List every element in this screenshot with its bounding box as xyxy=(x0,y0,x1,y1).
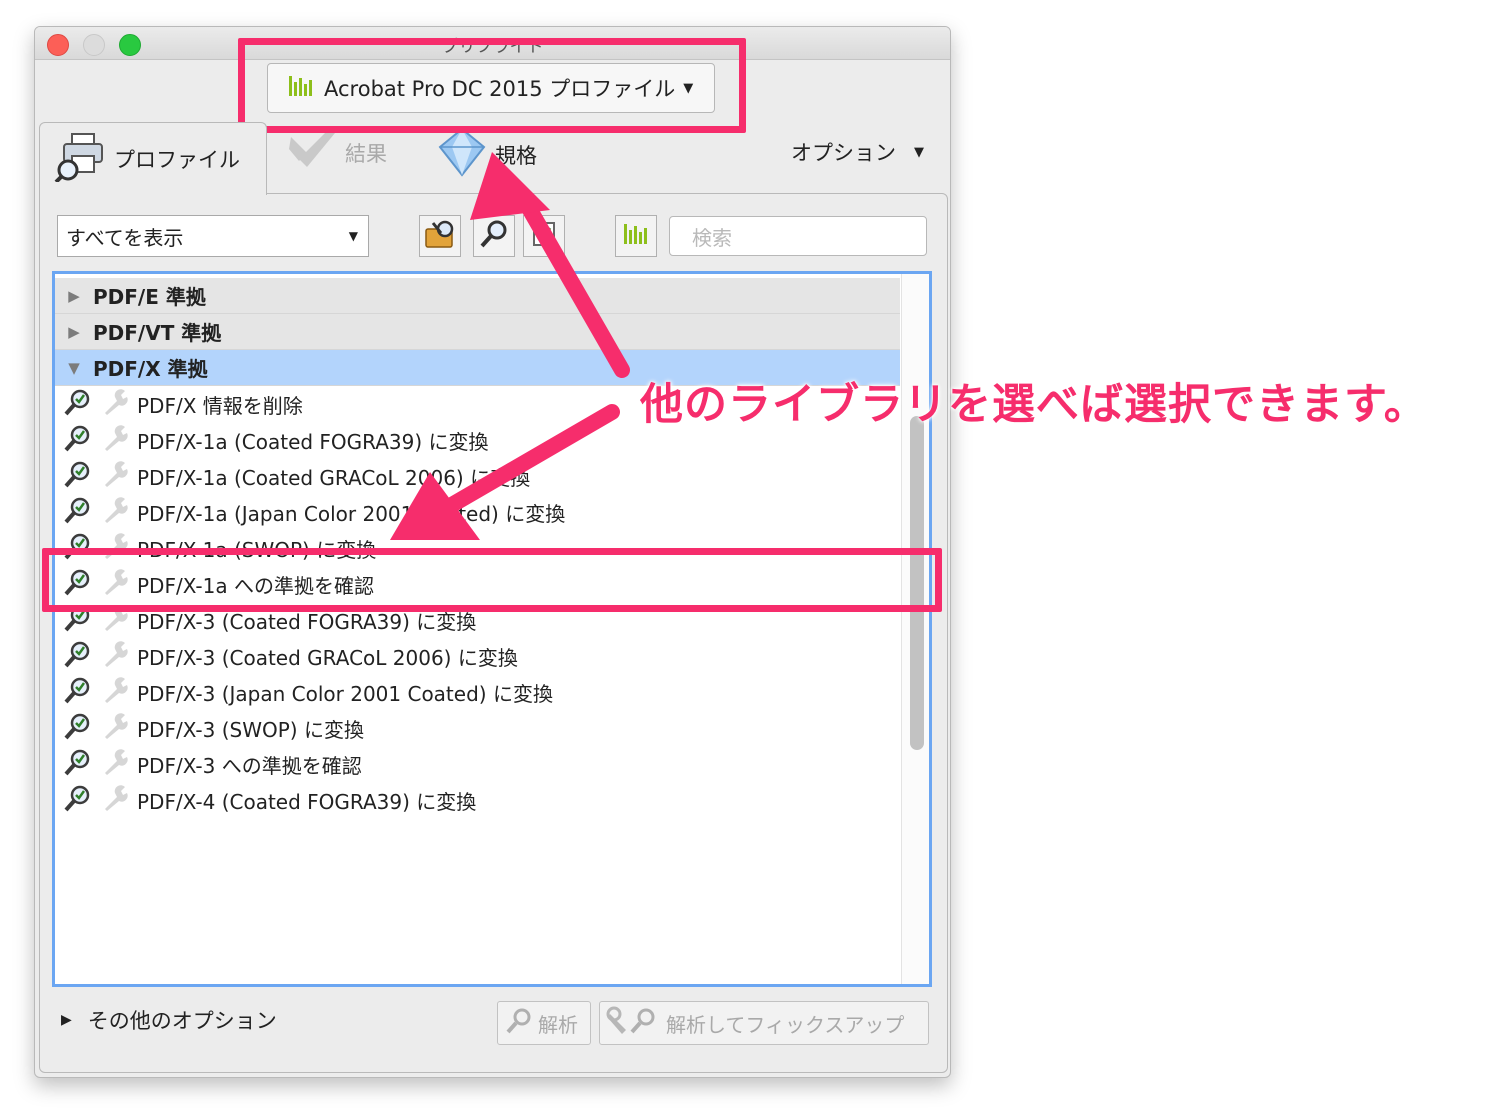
check-magnifier-icon xyxy=(63,459,93,494)
profile-row-icons xyxy=(55,675,137,710)
list-item-label: PDF/X-1a (Coated FOGRA39) に変換 xyxy=(137,429,489,454)
list-item[interactable]: PDF/X-1a (Japan Color 2001 Coated) に変換 xyxy=(55,494,565,530)
library-view-button[interactable] xyxy=(615,215,657,257)
single-check-button[interactable] xyxy=(523,215,565,257)
more-options-label: その他のオプション xyxy=(87,1009,277,1033)
edit-profile-icon xyxy=(423,217,457,255)
filter-select-value: すべてを表示 xyxy=(66,225,184,250)
tab-profiles-label: プロファイル xyxy=(114,148,240,172)
wrench-icon xyxy=(99,747,129,782)
analyze-fix-button[interactable]: 解析してフィックスアップ xyxy=(599,1001,929,1045)
annotation-text: 他のライブラリを選べば選択できます。 xyxy=(640,380,1428,430)
list-item-label: PDF/X-3 への準拠を確認 xyxy=(137,753,362,778)
profile-editor-button[interactable] xyxy=(419,215,461,257)
list-item-label: PDF/X 情報を削除 xyxy=(137,393,303,418)
tab-profiles[interactable]: プロファイル xyxy=(39,122,267,195)
profiles-icon xyxy=(54,132,106,187)
check-magnifier-icon xyxy=(63,783,93,818)
chevron-down-icon: ▼ xyxy=(348,229,358,243)
list-item[interactable]: PDF/X-3 への準拠を確認 xyxy=(55,746,362,782)
disclosure-closed-icon[interactable]: ▶ xyxy=(55,323,93,341)
check-magnifier-icon xyxy=(63,675,93,710)
search-input[interactable]: 検索 xyxy=(669,216,927,256)
magnifier-icon xyxy=(504,1006,534,1041)
check-magnifier-icon xyxy=(63,639,93,674)
group-label: PDF/E 準拠 xyxy=(93,285,206,309)
analyze-button-label: 解析 xyxy=(538,1012,578,1037)
check-magnifier-icon xyxy=(63,495,93,530)
list-item[interactable]: PDF/X 情報を削除 xyxy=(55,386,303,422)
group-label: PDF/VT 準拠 xyxy=(93,321,222,345)
group-row[interactable]: ▶ PDF/E 準拠 xyxy=(55,278,900,314)
wrench-magnifier-icon xyxy=(606,1006,660,1041)
profile-row-icons xyxy=(55,783,137,818)
wrench-icon xyxy=(99,675,129,710)
disclosure-open-icon[interactable]: ▼ xyxy=(55,359,93,377)
profile-row-icons xyxy=(55,423,137,458)
list-item[interactable]: PDF/X-1a (Coated GRACoL 2006) に変換 xyxy=(55,458,530,494)
wrench-icon xyxy=(99,387,129,422)
analyze-button[interactable]: 解析 xyxy=(497,1001,591,1045)
list-item-label: PDF/X-3 (Coated GRACoL 2006) に変換 xyxy=(137,645,518,670)
disclosure-triangle-icon: ▶ xyxy=(61,1012,72,1028)
list-item-label: PDF/X-3 (SWOP) に変換 xyxy=(137,717,364,742)
profile-row-icons xyxy=(55,495,137,530)
list-item[interactable]: PDF/X-3 (Coated GRACoL 2006) に変換 xyxy=(55,638,518,674)
profile-row-icons xyxy=(55,711,137,746)
wrench-icon xyxy=(99,711,129,746)
wrench-icon xyxy=(99,459,129,494)
list-item-label: PDF/X-4 (Coated FOGRA39) に変換 xyxy=(137,789,477,814)
disclosure-closed-icon[interactable]: ▶ xyxy=(55,287,93,305)
profile-row-icons xyxy=(55,747,137,782)
options-menu-label: オプション xyxy=(791,141,896,165)
wrench-icon xyxy=(99,783,129,818)
tab-results-label: 結果 xyxy=(345,141,387,166)
list-item-label: PDF/X-1a (Japan Color 2001 Coated) に変換 xyxy=(137,501,566,526)
check-magnifier-icon xyxy=(63,423,93,458)
wrench-icon xyxy=(99,423,129,458)
profile-row-icons xyxy=(55,639,137,674)
group-row[interactable]: ▶ PDF/VT 準拠 xyxy=(55,314,900,350)
highlight-library-select xyxy=(238,38,746,133)
inspect-button[interactable] xyxy=(473,215,515,257)
list-item-label: PDF/X-3 (Japan Color 2001 Coated) に変換 xyxy=(137,681,553,706)
profile-row-icons xyxy=(55,459,137,494)
results-icon xyxy=(285,127,339,178)
list-item-label: PDF/X-1a (Coated GRACoL 2006) に変換 xyxy=(137,465,531,490)
check-magnifier-icon xyxy=(63,387,93,422)
group-label: PDF/X 準拠 xyxy=(93,357,208,381)
list-item[interactable]: PDF/X-3 (Japan Color 2001 Coated) に変換 xyxy=(55,674,553,710)
magnifier-icon xyxy=(478,218,510,254)
wrench-icon xyxy=(99,495,129,530)
filter-select[interactable]: すべてを表示 ▼ xyxy=(57,215,369,257)
more-options-toggle[interactable]: ▶ その他のオプション xyxy=(61,1005,277,1035)
profile-row-icons xyxy=(55,387,137,422)
list-item[interactable]: PDF/X-4 (Coated FOGRA39) に変換 xyxy=(55,782,476,818)
list-item[interactable]: PDF/X-3 (SWOP) に変換 xyxy=(55,710,364,746)
list-item[interactable]: PDF/X-1a (Coated FOGRA39) に変換 xyxy=(55,422,489,458)
wrench-icon xyxy=(99,639,129,674)
library-bars-icon xyxy=(623,222,649,250)
tab-standards-label: 規格 xyxy=(495,143,537,168)
check-icon xyxy=(529,219,559,253)
tab-standards[interactable]: 規格 xyxy=(437,127,537,182)
check-magnifier-icon xyxy=(63,711,93,746)
tab-results[interactable]: 結果 xyxy=(285,127,387,178)
analyze-fix-button-label: 解析してフィックスアップ xyxy=(666,1012,905,1037)
highlight-pdfx1a-row xyxy=(42,548,942,612)
standards-diamond-icon xyxy=(437,127,487,182)
check-magnifier-icon xyxy=(63,747,93,782)
options-menu[interactable]: オプション ▼ xyxy=(791,137,924,167)
chevron-down-icon: ▼ xyxy=(914,144,924,160)
